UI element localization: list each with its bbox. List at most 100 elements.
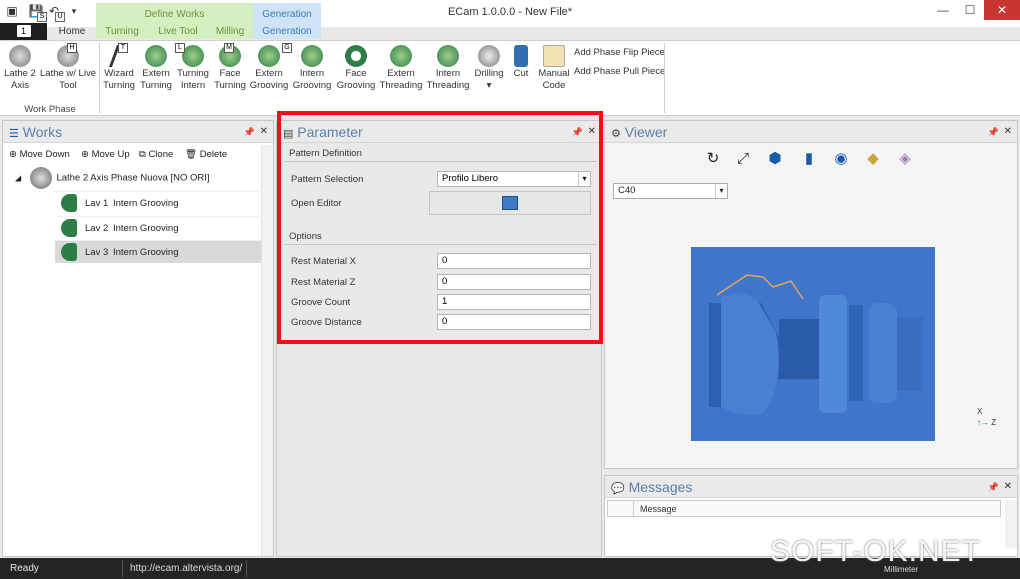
tree-item-id: Lav 3 (85, 247, 109, 258)
move-down-label: Move Down (19, 149, 70, 160)
viewer-title: Viewer (624, 124, 668, 140)
extern-threading-icon (390, 45, 412, 67)
button-label: Manual Code (538, 68, 570, 91)
iso-view-icon[interactable]: ⬢ (765, 149, 785, 169)
extern-turning-button[interactable]: Extern Turning (138, 43, 174, 101)
material-dropdown[interactable]: C40 ▾ (613, 183, 728, 199)
wizard-turning-button[interactable]: T Wizard Turning (101, 43, 137, 101)
message-column-header[interactable]: Message (640, 504, 677, 514)
works-panel: ☰ Works 📌 ✕ ⊕ Move Down ⊕ Move Up ⧉ Clon… (2, 120, 274, 557)
turning-intern-button[interactable]: L Turning Intern (175, 43, 211, 101)
extern-grooving-icon (258, 45, 280, 67)
messages-header: 💬 Messages 📌 ✕ (605, 476, 1017, 498)
lathe-2-axis-button[interactable]: Lathe 2 Axis (2, 43, 38, 101)
pin-icon[interactable]: 📌 (988, 121, 999, 143)
face-grooving-button[interactable]: Face Grooving (335, 43, 377, 101)
drilling-button[interactable]: Drilling ▾ (472, 43, 506, 101)
manual-code-button[interactable]: Manual Code (536, 43, 572, 101)
button-label: Face Grooving (336, 68, 376, 91)
tree-root-phase[interactable]: ◢ Lathe 2 Axis Phase Nuova [NO ORI] (15, 167, 210, 189)
close-button[interactable]: ✕ (984, 0, 1020, 20)
extern-turning-icon (145, 45, 167, 67)
delete-icon: 🗑 (185, 149, 198, 160)
expand-arrow-icon[interactable]: ◢ (15, 174, 21, 183)
axis-z-label: Z (991, 418, 997, 427)
lathe-2-axis-icon (9, 45, 31, 67)
button-label: Intern Grooving (292, 68, 332, 91)
button-label: Lathe 2 Axis (4, 68, 36, 91)
button-label: Extern Turning (140, 68, 172, 91)
add-phase-flip-piece-button[interactable]: Add Phase Flip Piece (574, 47, 665, 58)
intern-grooving-icon (61, 194, 77, 212)
tab-live-tool[interactable]: Live Tool (152, 26, 204, 40)
drilling-icon (478, 45, 500, 67)
button-label: Cut (513, 68, 529, 79)
tree-item-lav-1[interactable]: Lav 1 Intern Grooving (55, 191, 261, 214)
viewer-header: ⚙ Viewer 📌 ✕ (605, 121, 1017, 143)
button-label: Turning Intern (177, 68, 209, 91)
front-view-icon[interactable]: ◉ (831, 149, 851, 169)
close-icon[interactable]: ✕ (1004, 476, 1012, 498)
close-icon[interactable]: ✕ (260, 121, 268, 143)
side-view-icon[interactable]: ▮ (799, 149, 819, 169)
clone-button[interactable]: ⧉ Clone (139, 149, 173, 160)
tab-milling[interactable]: Milling (210, 26, 250, 40)
file-tab[interactable]: 1 (0, 23, 47, 40)
minimize-button[interactable]: — (928, 0, 958, 20)
watermark-text: SOFT-OK.NET (770, 535, 982, 568)
button-label: Drilling ▾ (474, 68, 504, 91)
top-view-icon[interactable]: ◆ (863, 149, 883, 169)
app-menu-icon[interactable]: ▣ (4, 3, 20, 19)
ribbon-separator (99, 43, 100, 113)
works-icon: ☰ (9, 128, 19, 140)
customize-dropdown-icon[interactable]: ▾ (66, 3, 82, 19)
viewer-icon: ⚙ (611, 128, 621, 140)
move-up-label: Move Up (91, 149, 130, 160)
3d-part-canvas[interactable] (691, 247, 935, 441)
tab-home[interactable]: Home (56, 26, 88, 40)
intern-grooving-icon (61, 243, 77, 261)
lathe-live-tool-button[interactable]: H Lathe w/ Live Tool (40, 43, 96, 101)
move-down-button[interactable]: ⊕ Move Down (9, 149, 70, 160)
tab-generation[interactable]: Generation (256, 26, 318, 40)
tree-item-lav-3[interactable]: Lav 3 Intern Grooving (55, 240, 261, 263)
pin-icon[interactable]: 📌 (244, 121, 255, 143)
section-view-icon[interactable]: ◈ (895, 149, 915, 169)
clone-label: Clone (148, 149, 174, 160)
add-phase-pull-piece-button[interactable]: Add Phase Pull Piece (574, 66, 665, 77)
tree-root-label: Lathe 2 Axis Phase Nuova [NO ORI] (56, 172, 210, 184)
pin-icon[interactable]: 📌 (988, 476, 999, 498)
status-url-link[interactable]: http://ecam.altervista.org/ (130, 563, 242, 574)
ribbon: Lathe 2 Axis H Lathe w/ Live Tool Work P… (0, 40, 1020, 116)
fit-view-icon[interactable]: ⤢ (733, 149, 753, 169)
maximize-button[interactable]: ☐ (955, 0, 985, 20)
extern-grooving-button[interactable]: G Extern Grooving (249, 43, 292, 101)
intern-threading-button[interactable]: Intern Threading (425, 43, 471, 101)
window-title: ECam 1.0.0.0 - New File* (447, 6, 573, 18)
intern-threading-icon (437, 45, 459, 67)
face-turning-button[interactable]: M Face Turning (212, 43, 248, 101)
axis-x-label: X (977, 407, 983, 416)
face-grooving-icon (345, 45, 367, 67)
keytip: H (67, 43, 77, 53)
keytip: T (118, 43, 128, 53)
move-up-button[interactable]: ⊕ Move Up (81, 149, 130, 160)
turning-intern-icon (182, 45, 204, 67)
extern-threading-button[interactable]: Extern Threading (378, 43, 424, 101)
works-scrollbar[interactable] (261, 145, 273, 556)
delete-label: Delete (199, 149, 228, 160)
cut-button[interactable]: Cut (508, 43, 534, 101)
manual-code-icon (543, 45, 565, 67)
save-icon[interactable]: 💾 S (28, 3, 47, 22)
close-icon[interactable]: ✕ (1004, 121, 1012, 143)
delete-button[interactable]: 🗑 Delete (185, 149, 227, 160)
undo-icon[interactable]: ↶ U (46, 3, 65, 22)
button-label: Face Turning (214, 68, 246, 91)
tree-item-lav-2[interactable]: Lav 2 Intern Grooving (55, 216, 261, 239)
tab-turning[interactable]: Turning (100, 26, 144, 40)
context-group-label: Generation (262, 9, 312, 20)
works-title: Works (22, 124, 63, 140)
tree-item-name: Intern Grooving (113, 198, 179, 209)
intern-grooving-button[interactable]: Intern Grooving (291, 43, 333, 101)
refresh-icon[interactable]: ↻ (703, 149, 723, 169)
